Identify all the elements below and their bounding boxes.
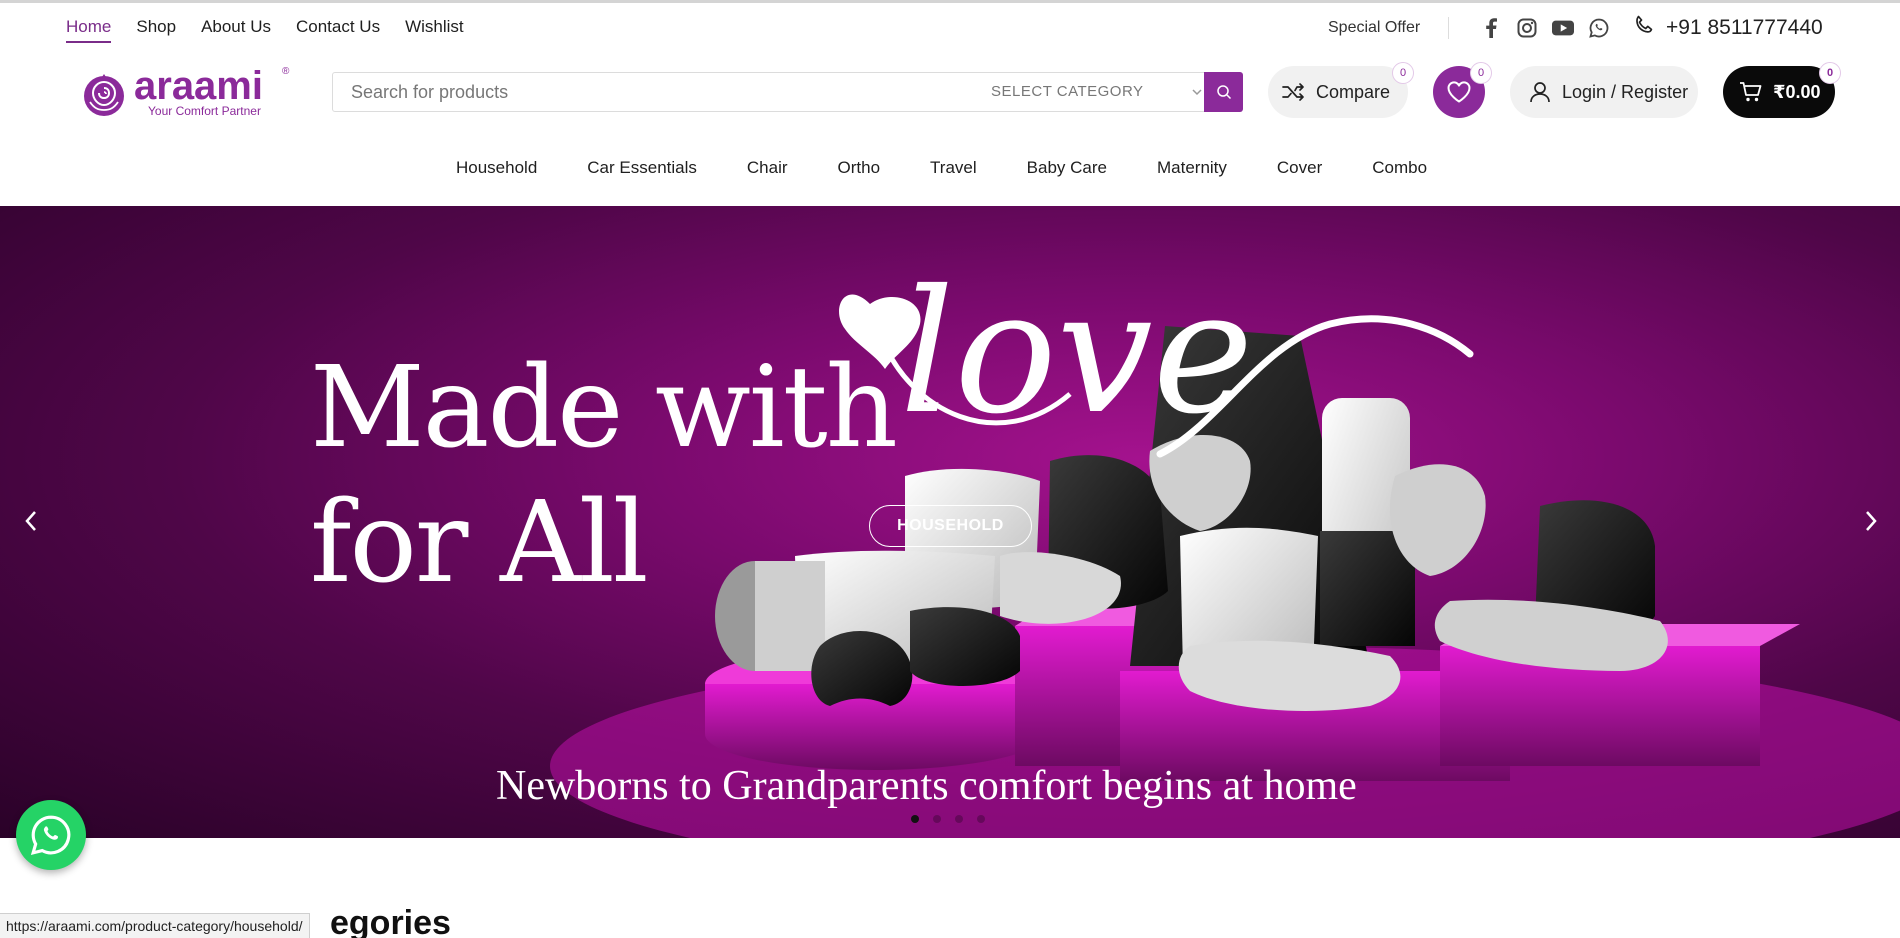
youtube-icon[interactable] [1552,17,1574,39]
hero-headline-line2: for All [310,478,649,608]
compare-button[interactable]: Compare 0 [1268,62,1414,118]
category-chair[interactable]: Chair [747,158,788,178]
slider-dot-1[interactable] [911,815,919,823]
cart-icon [1740,82,1762,102]
shuffle-icon [1282,83,1304,101]
login-label: Login / Register [1562,81,1689,102]
chevron-left-icon [25,511,36,531]
top-nav-wishlist[interactable]: Wishlist [405,17,464,43]
special-offer-link[interactable]: Special Offer [1328,19,1420,37]
top-nav-contact-us[interactable]: Contact Us [296,17,380,43]
cart-button[interactable]: ₹0.00 0 [1723,62,1841,118]
slider-pagination [911,815,985,823]
top-nav-shop[interactable]: Shop [136,17,176,43]
phone-number: +91 8511777440 [1666,16,1823,39]
logo-registered-mark: ® [282,66,290,77]
search-input[interactable] [351,73,951,111]
araami-logo[interactable]: araami ® Your Comfort Partner [78,64,298,122]
chevron-down-icon[interactable] [1191,83,1203,106]
whatsapp-chat-button[interactable] [16,800,86,870]
hero-headline-line1: Made with [310,343,898,473]
category-select[interactable]: SELECT CATEGORY [991,73,1144,111]
chevron-right-icon [1866,511,1877,531]
compare-label: Compare [1316,81,1391,102]
slider-next-button[interactable] [1856,506,1886,536]
top-nav: Home Shop About Us Contact Us Wishlist [66,17,464,43]
whatsapp-icon[interactable] [1588,17,1610,39]
social-links [1480,17,1610,39]
heart-icon [1447,81,1471,103]
category-maternity[interactable]: Maternity [1157,158,1227,178]
browser-status-url: https://araami.com/product-category/hous… [0,913,310,938]
whatsapp-icon [30,815,71,856]
hero-slider[interactable]: Made with love for All HOUSEHOLD Newborn… [0,206,1900,838]
top-bar: Home Shop About Us Contact Us Wishlist S… [0,3,1900,53]
category-baby-care[interactable]: Baby Care [1027,158,1107,178]
category-ortho[interactable]: Ortho [838,158,881,178]
cart-count-badge: 0 [1819,62,1841,84]
section-title: egories [330,904,451,938]
facebook-icon[interactable] [1480,17,1502,39]
search-bar: SELECT CATEGORY [332,72,1243,112]
logo-wordmark: araami [134,64,263,108]
compare-count-badge: 0 [1392,62,1414,84]
search-button[interactable] [1204,72,1243,112]
slider-dot-4[interactable] [977,815,985,823]
divider [1448,17,1449,39]
rose-logo-icon [84,74,124,116]
top-nav-about-us[interactable]: About Us [201,17,271,43]
category-cover[interactable]: Cover [1277,158,1322,178]
user-icon [1530,82,1550,103]
category-household[interactable]: Household [456,158,537,178]
slider-dot-3[interactable] [955,815,963,823]
wishlist-button[interactable]: 0 [1433,62,1492,118]
category-car-essentials[interactable]: Car Essentials [587,158,697,178]
slider-dot-2[interactable] [933,815,941,823]
search-icon [1216,85,1231,100]
top-nav-home[interactable]: Home [66,17,112,43]
category-combo[interactable]: Combo [1372,158,1427,178]
instagram-icon[interactable] [1516,17,1538,39]
category-travel[interactable]: Travel [930,158,977,178]
phone-icon [1634,15,1654,41]
logo-tagline: Your Comfort Partner [148,104,261,118]
category-nav: Household Car Essentials Chair Ortho Tra… [456,158,1427,178]
login-register-button[interactable]: Login / Register [1510,66,1698,118]
slider-prev-button[interactable] [16,506,46,536]
wishlist-count-badge: 0 [1470,62,1492,84]
phone-contact[interactable]: +91 8511777440 [1634,15,1823,41]
cart-total: ₹0.00 [1773,81,1821,102]
hero-subtitle: Newborns to Grandparents comfort begins … [496,763,1357,809]
heart-swash-icon [839,294,1474,458]
household-cta-button[interactable]: HOUSEHOLD [869,505,1032,547]
